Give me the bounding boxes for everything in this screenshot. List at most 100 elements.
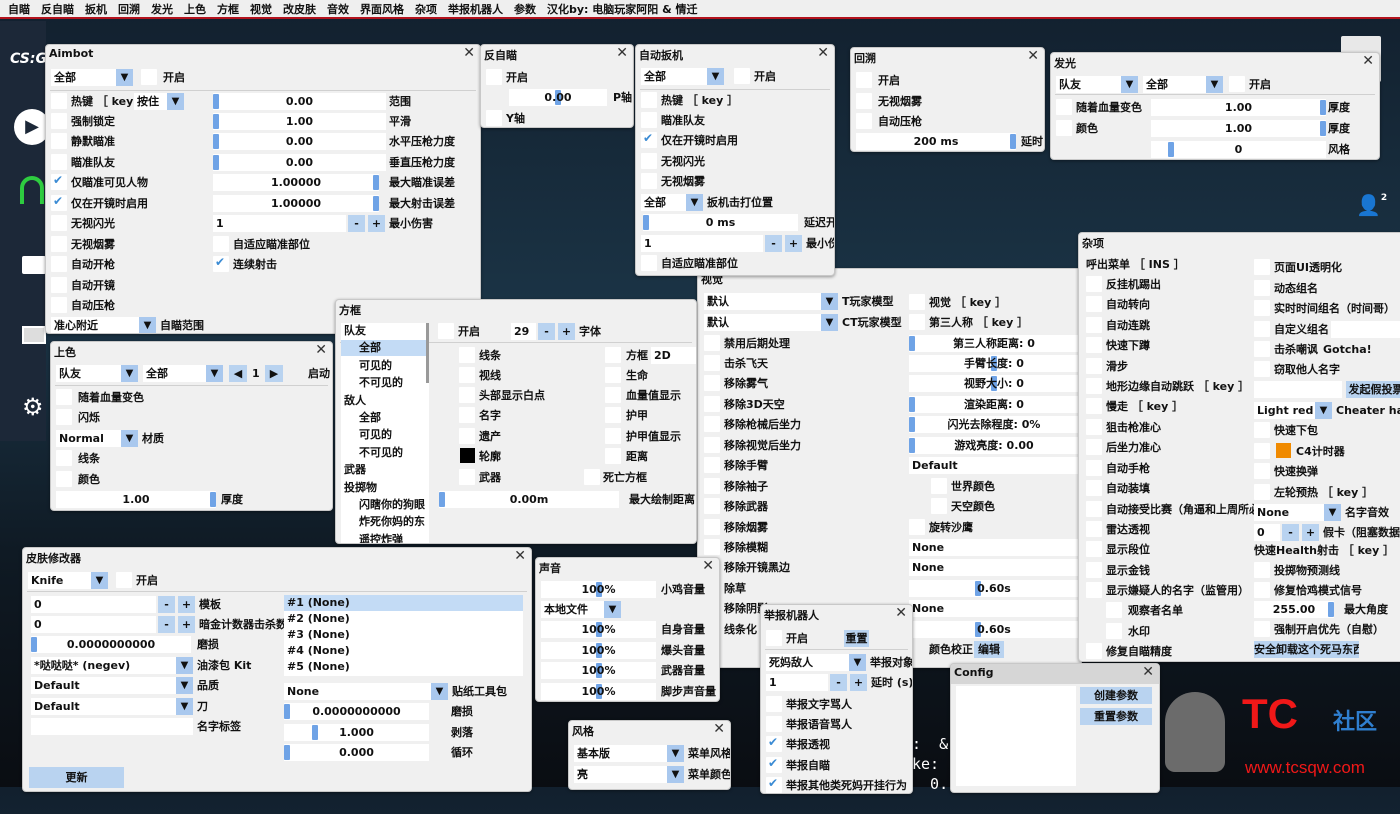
checkbox[interactable] <box>1254 300 1270 316</box>
slider[interactable]: 0.60s <box>909 580 1079 597</box>
close-icon[interactable]: ✕ <box>315 342 327 358</box>
chevron-down-icon[interactable]: ▼ <box>139 317 156 333</box>
checkbox[interactable] <box>641 173 657 189</box>
checkbox[interactable] <box>1254 341 1270 357</box>
slider[interactable]: 100% <box>541 642 656 659</box>
chevron-down-icon[interactable]: ▼ <box>821 293 838 310</box>
chevron-down-icon[interactable]: ▼ <box>176 698 193 715</box>
button[interactable]: 重置参数 <box>1080 708 1152 725</box>
dropdown[interactable]: 基本版 ▼ <box>574 745 684 762</box>
text-field[interactable] <box>1331 321 1400 338</box>
checkbox[interactable] <box>1086 378 1102 394</box>
checkbox[interactable] <box>56 450 72 466</box>
chevron-down-icon[interactable]: ▼ <box>1206 76 1223 93</box>
chevron-down-icon[interactable]: ▼ <box>667 745 684 762</box>
prev-button[interactable]: ◀ <box>229 365 247 382</box>
checkbox[interactable] <box>704 355 720 371</box>
list-item[interactable]: 遥控炸弹 <box>341 532 429 543</box>
list-item[interactable]: #5 (None) <box>284 659 523 675</box>
close-icon[interactable]: ✕ <box>702 558 714 574</box>
checkbox[interactable] <box>856 72 872 88</box>
checkbox[interactable]: ✔ <box>766 756 782 773</box>
button[interactable]: 创建参数 <box>1080 687 1152 704</box>
checkbox[interactable] <box>1086 541 1102 557</box>
checkbox[interactable] <box>459 347 475 363</box>
button[interactable]: 更新 <box>29 767 124 788</box>
text-field[interactable]: None <box>909 539 1079 556</box>
checkbox[interactable] <box>51 113 67 129</box>
slider[interactable]: 闪光去除程度: 0% <box>909 416 1079 433</box>
checkbox[interactable]: ✔ <box>213 255 229 272</box>
list-item[interactable]: 全部 <box>341 410 429 426</box>
dropdown[interactable]: 准心附近 ▼ <box>51 317 156 333</box>
checkbox[interactable] <box>704 457 720 473</box>
close-icon[interactable]: ✕ <box>463 45 475 61</box>
checkbox[interactable] <box>1254 361 1270 377</box>
checkbox[interactable] <box>51 277 67 293</box>
chevron-down-icon[interactable]: ▼ <box>1324 504 1341 521</box>
slider[interactable]: 0 ms <box>643 214 798 231</box>
number-input[interactable]: 1 <box>641 235 763 252</box>
checkbox[interactable] <box>704 539 720 555</box>
list-item[interactable]: 武器 <box>341 462 429 478</box>
checkbox[interactable] <box>704 375 720 391</box>
color-swatch[interactable] <box>460 448 475 463</box>
checkbox[interactable] <box>1086 460 1102 476</box>
checkbox[interactable] <box>856 93 872 109</box>
menu-item[interactable]: 参数 <box>514 1 536 17</box>
dropdown[interactable]: *哒哒哒* (negev) ▼ <box>31 657 193 674</box>
checkbox[interactable] <box>605 347 621 363</box>
menu-item[interactable]: 上色 <box>184 1 206 17</box>
checkbox[interactable] <box>1254 621 1270 637</box>
checkbox[interactable] <box>909 519 925 535</box>
menu-item[interactable]: 汉化by: 电脑玩家阿阳 & 情迁 <box>547 1 698 17</box>
checkbox[interactable] <box>56 409 72 425</box>
checkbox[interactable] <box>704 519 720 535</box>
checkbox[interactable] <box>459 367 475 383</box>
chevron-down-icon[interactable]: ▼ <box>167 93 184 110</box>
decrement-button[interactable]: - <box>158 616 175 633</box>
checkbox[interactable] <box>704 396 720 412</box>
slider[interactable]: 渲染距离: 0 <box>909 396 1079 413</box>
checkbox[interactable] <box>116 572 132 588</box>
increment-button[interactable]: + <box>558 323 575 340</box>
checkbox[interactable] <box>1086 317 1102 333</box>
checkbox[interactable] <box>1254 463 1270 479</box>
number-input[interactable]: 0 <box>31 616 156 633</box>
checkbox[interactable] <box>1056 99 1072 115</box>
list-item[interactable]: 可见的 <box>341 358 429 374</box>
chevron-down-icon[interactable]: ▼ <box>176 677 193 694</box>
menu-item[interactable]: 杂项 <box>415 1 437 17</box>
dropdown[interactable]: Default ▼ <box>31 698 193 715</box>
checkbox[interactable]: ✔ <box>766 735 782 752</box>
list-item[interactable]: #3 (None) <box>284 627 523 643</box>
chevron-down-icon[interactable]: ▼ <box>821 314 838 331</box>
dropdown[interactable]: Light red ▼ <box>1254 402 1332 419</box>
list-item[interactable]: 可见的 <box>341 427 429 443</box>
checkbox[interactable] <box>909 294 925 310</box>
number-input[interactable]: 0 <box>1254 524 1280 541</box>
number-input[interactable]: 1 <box>213 215 346 232</box>
close-icon[interactable]: ✕ <box>1362 53 1374 69</box>
checkbox[interactable] <box>641 112 657 128</box>
briefcase-gun-icon[interactable] <box>22 256 46 274</box>
slider[interactable]: 0.00 <box>509 89 607 106</box>
checkbox[interactable] <box>641 153 657 169</box>
chevron-down-icon[interactable]: ▼ <box>1121 76 1138 93</box>
checkbox[interactable] <box>1254 562 1270 578</box>
decrement-button[interactable]: - <box>1282 524 1299 541</box>
slider[interactable]: 200 ms <box>856 133 1016 150</box>
checkbox[interactable] <box>459 387 475 403</box>
dropdown[interactable]: 默认 ▼ <box>704 314 838 331</box>
increment-button[interactable]: + <box>178 616 195 633</box>
dropdown[interactable]: Default ▼ <box>31 677 193 694</box>
checkbox[interactable] <box>51 133 67 149</box>
list-box[interactable]: #1 (None) #2 (None) #3 (None) #4 (None) #5 (… <box>284 595 523 676</box>
menu-item[interactable]: 扳机 <box>85 1 107 17</box>
gear-icon[interactable]: ⚙ <box>22 393 44 421</box>
dropdown[interactable]: 本地文件 ▼ <box>541 601 621 618</box>
checkbox[interactable] <box>856 113 872 129</box>
chevron-down-icon[interactable]: ▼ <box>116 69 133 86</box>
checkbox[interactable] <box>1254 259 1270 275</box>
dropdown[interactable]: 亮 ▼ <box>574 766 684 783</box>
